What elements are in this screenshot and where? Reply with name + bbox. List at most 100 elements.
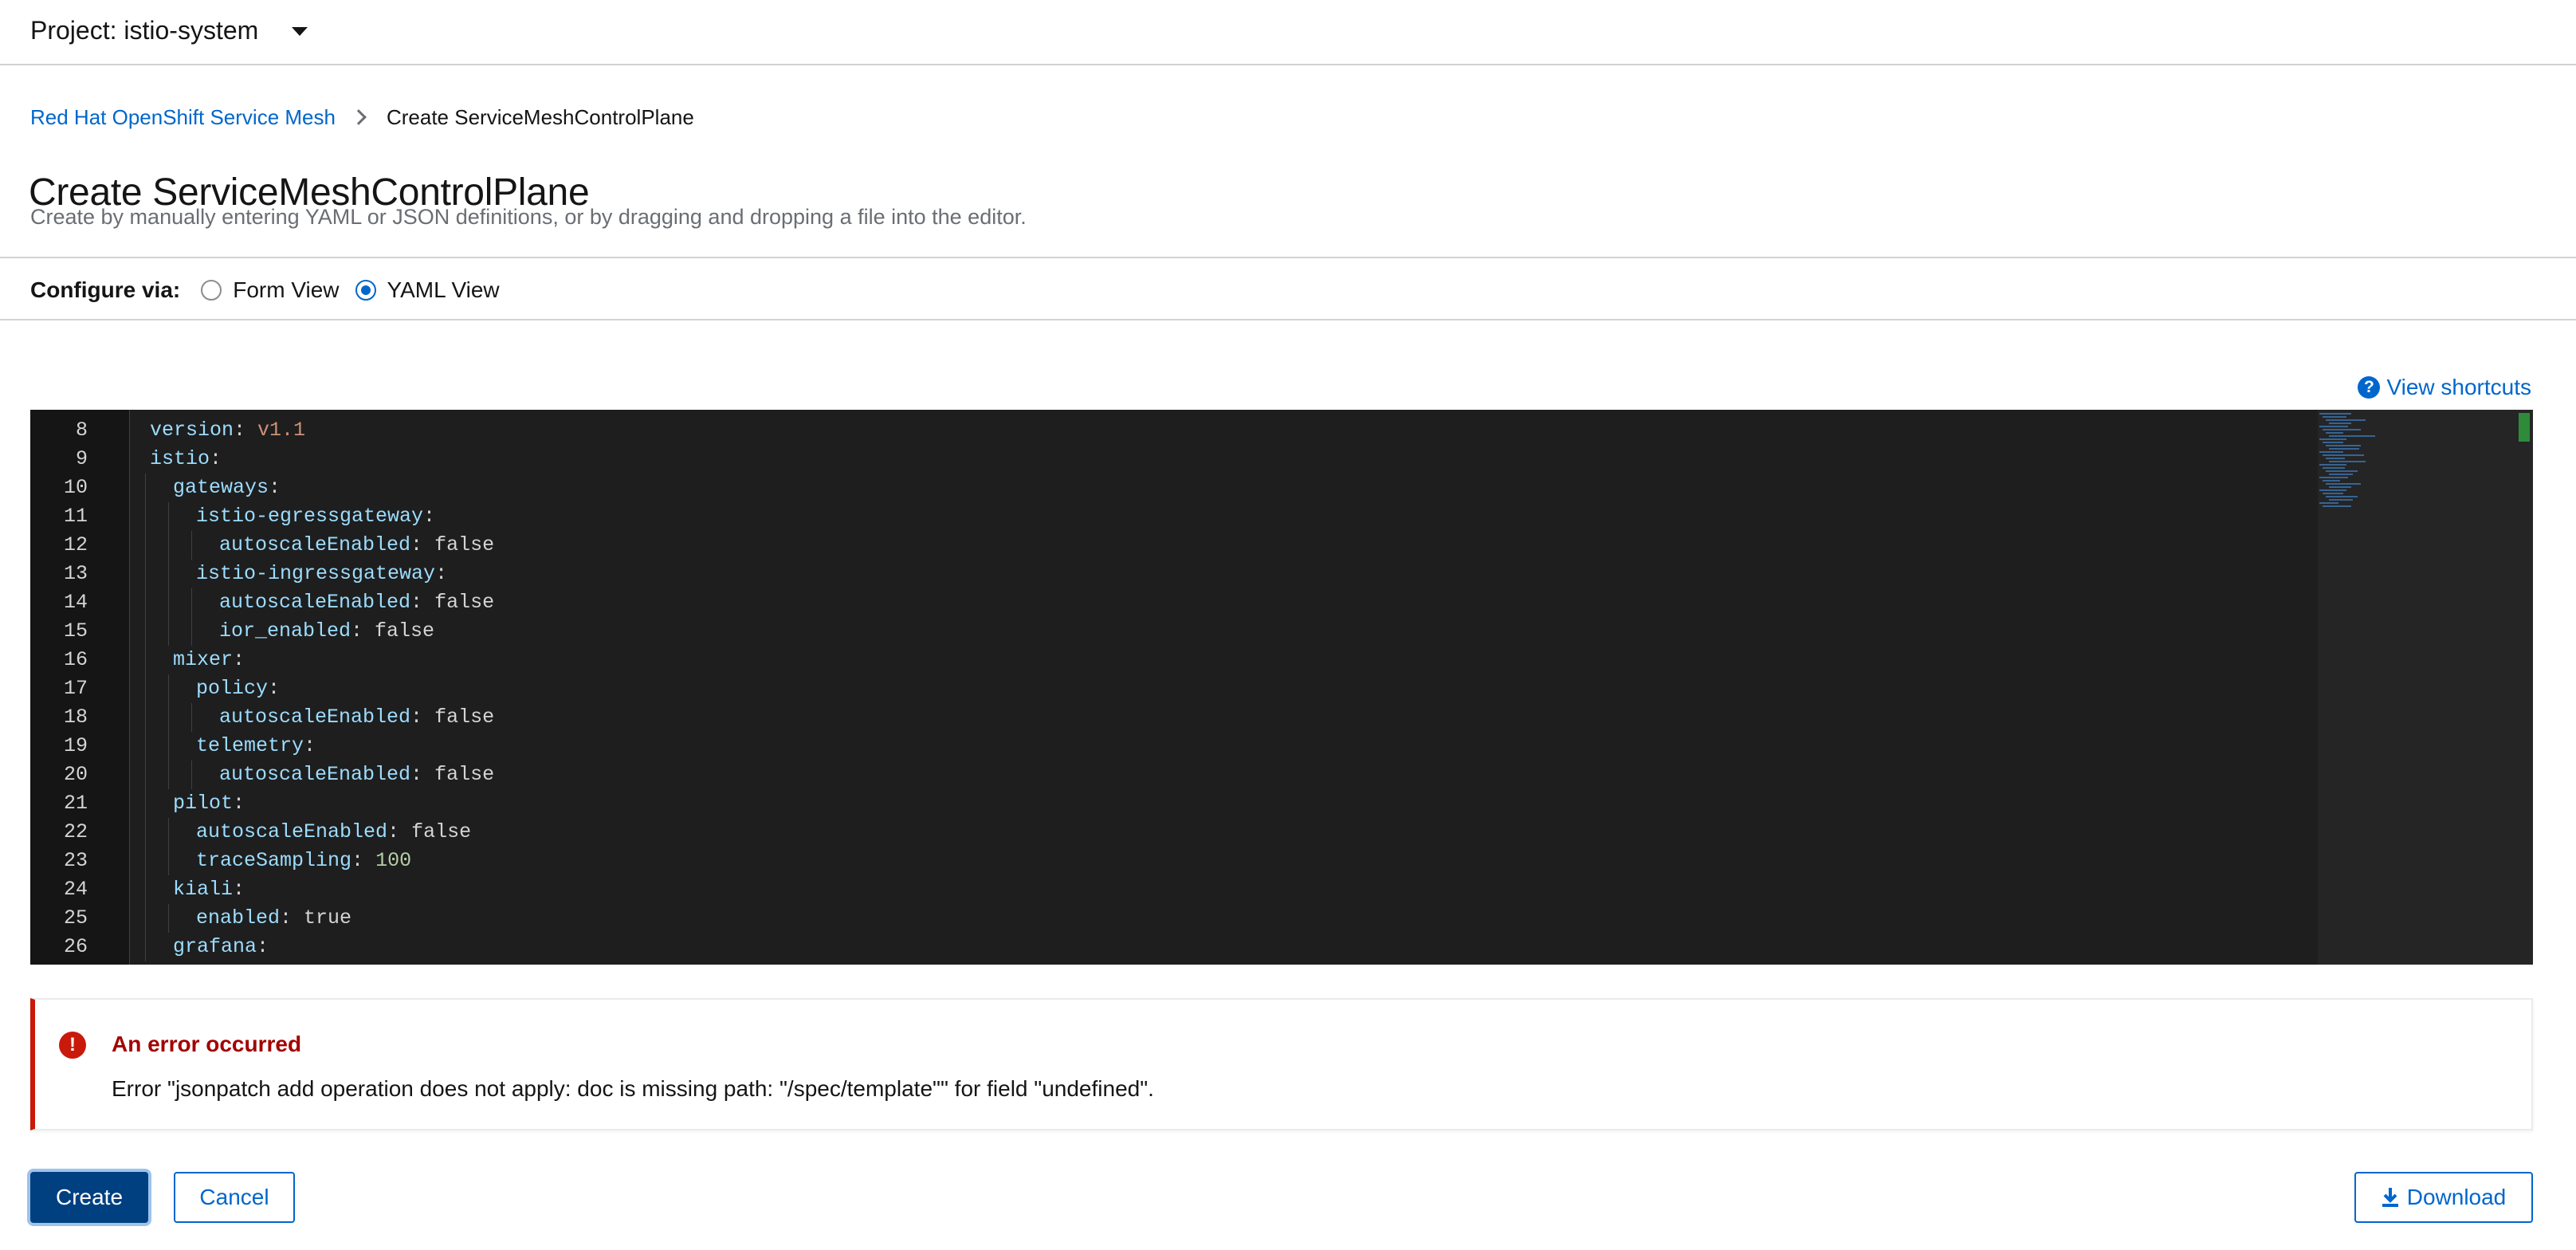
view-shortcuts-label: View shortcuts <box>2386 375 2531 399</box>
scrollbar-thumb[interactable] <box>2519 413 2530 442</box>
indent-guide <box>145 732 146 761</box>
yaml-key: autoscaleEnabled <box>219 706 411 729</box>
indent-guide <box>145 617 146 646</box>
line-number: 20 <box>63 763 88 786</box>
yaml-separator: : <box>233 792 245 815</box>
code-line: 24 kiali: <box>30 875 2421 904</box>
yaml-value: 100 <box>375 849 412 872</box>
minimap-line <box>2329 423 2351 424</box>
breadcrumb-current: Create ServiceMeshControlPlane <box>386 105 694 129</box>
line-number: 9 <box>75 447 88 470</box>
indent-guide <box>145 588 146 617</box>
minimap-line <box>2323 442 2343 443</box>
yaml-separator: : <box>233 878 245 901</box>
code-text: istio-ingressgateway: <box>196 560 447 588</box>
minimap-line <box>2323 467 2345 469</box>
line-number: 25 <box>63 906 88 930</box>
minimap-line <box>2326 458 2345 459</box>
code-line: 12 autoscaleEnabled: false <box>30 531 2421 560</box>
yaml-value: false <box>434 706 495 729</box>
form-view-radio[interactable] <box>201 280 222 301</box>
exclamation-circle-icon: ! <box>59 1032 86 1059</box>
alert-title: An error occurred <box>112 1032 302 1056</box>
minimap-line <box>2326 470 2358 472</box>
yaml-key: grafana <box>173 935 257 958</box>
line-number: 22 <box>63 820 88 843</box>
code-line: 26 grafana: <box>30 933 2421 961</box>
chevron-right-icon <box>351 109 367 125</box>
code-line: 13 istio-ingressgateway: <box>30 560 2421 588</box>
minimap-line <box>2319 426 2348 427</box>
indent-guide <box>145 474 146 502</box>
yaml-key: kiali <box>173 878 234 901</box>
divider <box>0 319 2576 320</box>
breadcrumb-link-service-mesh[interactable]: Red Hat OpenShift Service Mesh <box>30 104 336 131</box>
create-button[interactable]: Create <box>30 1172 148 1223</box>
code-text: kiali: <box>173 875 245 904</box>
yaml-key: autoscaleEnabled <box>219 591 411 614</box>
yaml-separator: : <box>304 734 316 757</box>
cancel-button[interactable]: Cancel <box>174 1172 295 1223</box>
yaml-value: v1.1 <box>257 419 306 442</box>
download-button[interactable]: Download <box>2354 1172 2533 1223</box>
yaml-value: false <box>434 763 495 786</box>
yaml-separator: : <box>257 935 269 958</box>
indent-guide <box>191 761 192 789</box>
code-text: istio-egressgateway: <box>196 502 435 531</box>
yaml-key: pilot <box>173 792 234 815</box>
indent-guide <box>168 674 169 703</box>
yaml-separator: : <box>410 763 435 786</box>
page-description: Create by manually entering YAML or JSON… <box>30 205 1027 229</box>
yaml-value: false <box>434 591 495 614</box>
project-selector[interactable]: Project: istio-system <box>30 14 258 46</box>
indent-guide <box>168 847 169 875</box>
indent-guide <box>168 703 169 732</box>
indent-guide <box>168 761 169 789</box>
configure-via-label: Configure via: <box>30 277 181 302</box>
yaml-key: istio <box>150 447 210 470</box>
code-text: autoscaleEnabled: false <box>219 761 494 789</box>
yaml-separator: : <box>410 591 435 614</box>
yaml-separator: : <box>280 906 304 930</box>
minimap-line <box>2319 502 2338 504</box>
yaml-key: ior_enabled <box>219 619 351 643</box>
code-text: policy: <box>196 674 280 703</box>
code-text: autoscaleEnabled: false <box>219 703 494 732</box>
minimap-line <box>2326 483 2361 485</box>
view-shortcuts-link[interactable]: ? View shortcuts <box>2358 375 2531 400</box>
minimap-line <box>2329 499 2353 501</box>
yaml-key: mixer <box>173 648 234 671</box>
indent-guide <box>191 588 192 617</box>
configure-via: Configure via: Form View YAML View <box>30 274 516 306</box>
yaml-key: policy <box>196 677 269 700</box>
yaml-editor[interactable]: 8 version: v1.1 9 istio: 10 gateways: 11 istio-… <box>30 410 2533 965</box>
form-view-label[interactable]: Form View <box>233 277 339 303</box>
line-number: 10 <box>63 476 88 499</box>
indent-guide <box>145 904 146 933</box>
indent-guide <box>168 502 169 531</box>
indent-guide <box>145 818 146 847</box>
yaml-value: false <box>411 820 472 843</box>
caret-down-icon[interactable] <box>292 27 308 36</box>
indent-guide <box>168 818 169 847</box>
yaml-view-radio[interactable] <box>355 280 376 301</box>
minimap-line <box>2329 435 2375 437</box>
yaml-key: autoscaleEnabled <box>196 820 388 843</box>
minimap[interactable] <box>2318 410 2509 965</box>
indent-guide <box>145 875 146 904</box>
minimap-line <box>2319 438 2346 440</box>
editor-scrollbar[interactable] <box>2509 410 2533 965</box>
yaml-view-label[interactable]: YAML View <box>387 277 500 303</box>
code-text: telemetry: <box>196 732 316 761</box>
code-line: 16 mixer: <box>30 646 2421 674</box>
line-number: 8 <box>75 419 88 442</box>
yaml-key: enabled <box>196 906 281 930</box>
indent-guide <box>168 531 169 560</box>
yaml-key: istio-ingressgateway <box>196 562 436 585</box>
code-text: gateways: <box>173 474 281 502</box>
yaml-separator: : <box>410 706 435 729</box>
minimap-line <box>2319 464 2346 466</box>
code-line: 25 enabled: true <box>30 904 2421 933</box>
code-text: istio: <box>150 445 222 474</box>
minimap-line <box>2323 429 2361 430</box>
